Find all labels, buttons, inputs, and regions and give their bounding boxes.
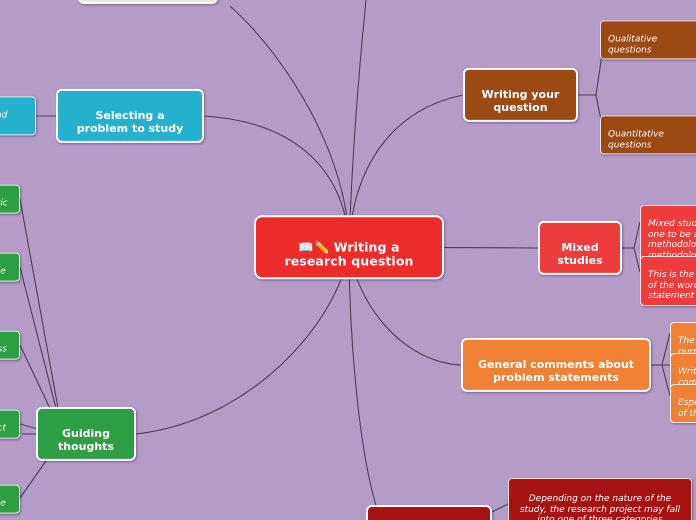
node-mixed-note-one-label: Mixed studies one to be ans methodology … [648,219,696,260]
node-mixed-note-two[interactable]: This is the on of the word " statement [640,256,696,306]
node-general-note-three-label: Espe of th [678,398,696,419]
node-qualitative-questions[interactable]: Qualitative questions [600,20,696,60]
node-guiding-leaf-ble-label: ble [0,499,6,509]
node-mixed-note-two-label: This is the on of the word " statement [648,270,696,302]
book-pencil-icon: 📖✏️ [298,238,330,254]
node-general-comments-label: General comments about problem statement… [477,357,635,384]
node-writing-your-question-label: Writing your question [481,87,560,114]
node-guiding-leaf-stic[interactable]: stic [0,184,20,214]
node-guiding-leaf-ess[interactable]: ess [0,330,20,360]
node-ethical-note[interactable]: Depending on the nature of the study, th… [508,478,692,520]
node-guiding-leaf-ble[interactable]: ble [0,484,20,514]
node-mixed-studies[interactable]: Mixed studies [538,220,622,276]
node-selecting-a-problem-to-study[interactable]: Selecting a problem to study [56,88,204,144]
node-ethical-note-label: Depending on the nature of the study, th… [519,494,681,520]
node-general-note-three[interactable]: Espe of th [670,384,696,424]
node-writing-your-question[interactable]: Writing your question [463,67,578,123]
top-clipped-node[interactable] [78,0,218,4]
node-selecting-a-problem-to-study-label: Selecting a problem to study [76,108,184,135]
node-selecting-leaf-clipped-label: t and in [0,110,8,121]
node-guiding-leaf-act-label: act [0,424,6,434]
node-quantitative-questions[interactable]: Quantitative questions [600,115,696,155]
node-guiding-leaf-ess-label: ess [0,345,7,355]
mind-map-canvas[interactable]: 📖✏️ Writing a research question Writing y… [0,0,696,520]
node-guiding-thoughts[interactable]: Guiding thoughts [36,406,136,462]
node-guiding-leaf-ple-label: ple [0,267,6,277]
node-mixed-studies-label: Mixed studies [557,240,603,267]
node-quantitative-questions-label: Quantitative questions [608,129,664,151]
node-ethical-considerations[interactable]: Ethical considerations [366,505,492,520]
root-node[interactable]: 📖✏️ Writing a research question [254,215,444,279]
node-guiding-leaf-stic-label: stic [0,199,8,209]
node-guiding-leaf-ple[interactable]: ple [0,252,20,282]
node-guiding-leaf-act[interactable]: act [0,409,20,439]
node-general-comments[interactable]: General comments about problem statement… [461,337,651,393]
node-selecting-leaf-clipped[interactable]: t and in [0,96,36,136]
node-qualitative-questions-label: Qualitative questions [608,34,658,56]
node-guiding-thoughts-label: Guiding thoughts [58,426,114,453]
